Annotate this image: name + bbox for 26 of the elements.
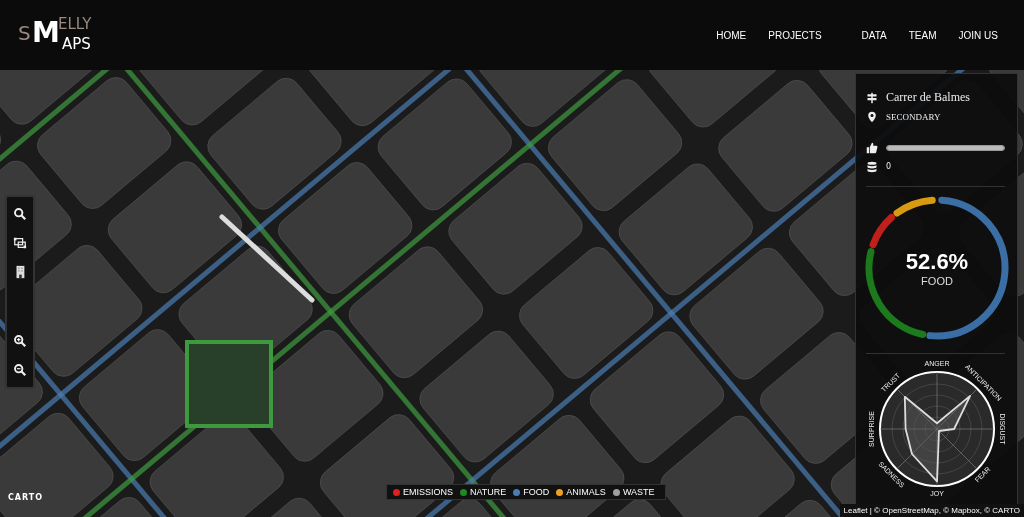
attribution-text: | © OpenStreetMap, © Mapbox, © CARTO (868, 506, 1020, 515)
nav-link[interactable]: JOIN US (958, 29, 998, 41)
thumbs-up-icon (866, 141, 878, 154)
legend-label: EMISSIONS (403, 487, 453, 497)
select-area-icon[interactable] (13, 236, 27, 250)
search-icon[interactable] (13, 207, 27, 221)
street-name: Carrer de Balmes (886, 90, 970, 105)
legend-label: FOOD (523, 487, 550, 497)
zoom-in-icon[interactable] (13, 334, 27, 348)
road-type: SECONDARY (886, 111, 941, 122)
nav-link[interactable]: DATA (861, 29, 887, 41)
legend-label: WASTE (622, 487, 655, 497)
leaflet-link[interactable]: Leaflet (843, 506, 868, 515)
signpost-icon (866, 91, 878, 104)
percentage-value: 52.6% (905, 249, 969, 275)
carto-logo: CARTO (8, 493, 44, 502)
nav-link[interactable]: HOME (716, 29, 747, 41)
location-pin-icon (866, 110, 878, 123)
category-label: FOOD (921, 275, 953, 287)
nav-link[interactable]: PROJECTS (768, 29, 822, 41)
nav-link[interactable]: TEAM (908, 29, 937, 41)
legend-label: NATURE (470, 487, 507, 497)
data-count: 0 (886, 162, 892, 171)
zoom-out-icon[interactable] (13, 363, 27, 377)
legend-label: ANIMALS (566, 487, 606, 497)
database-icon (866, 160, 878, 173)
